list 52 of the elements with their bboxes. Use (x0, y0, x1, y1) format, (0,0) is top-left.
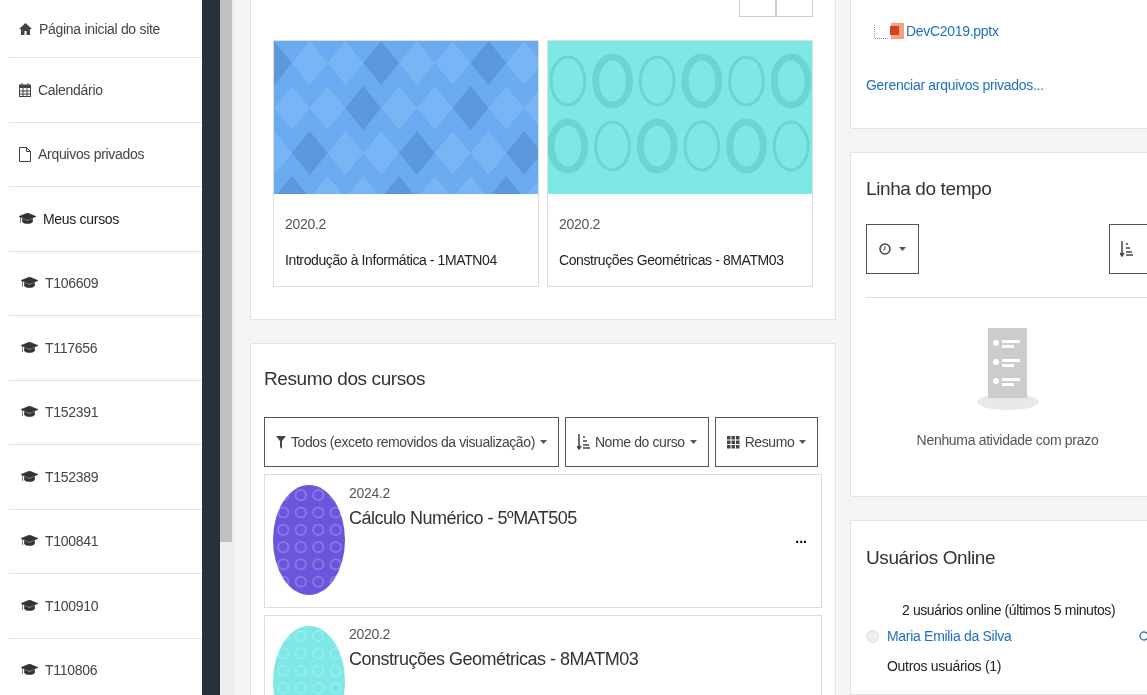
course-term: 2024.2 (349, 485, 392, 501)
course-term: 2020.2 (349, 626, 392, 642)
file-icon (19, 146, 31, 162)
tree-connector (874, 25, 888, 39)
caret-icon (689, 440, 697, 444)
course-row[interactable]: 2024.2 Cálculo Numérico - 5ºMAT505 ... (264, 474, 822, 608)
dropdown-button[interactable]: Todos (exceto removidos da visualização) (264, 417, 559, 467)
course-term: 2020.2 (559, 216, 602, 232)
course-name: Introdução à Informática - 1MATN04 (285, 252, 498, 268)
caret-icon (899, 247, 906, 251)
course-card[interactable]: 2020.2 Construções Geométricas - 8MATM03 (547, 40, 813, 287)
grid-icon (726, 435, 740, 449)
panel-title: Usuários Online (866, 547, 997, 569)
more-options-button[interactable]: ... (795, 531, 807, 545)
caret-icon (539, 440, 547, 444)
manage-files-link[interactable]: Gerenciar arquivos privados... (866, 77, 1134, 93)
dropdown-button[interactable]: Resumo (714, 417, 819, 467)
dropdown-button[interactable]: Nome do curso (564, 417, 709, 467)
panel-title: Resumo dos cursos (264, 368, 427, 390)
graduation-cap-icon (21, 535, 38, 548)
graduation-cap-icon (19, 212, 36, 225)
presentation-file-icon (890, 23, 904, 39)
home-icon (19, 22, 32, 35)
other-users: Outros usuários (1) (887, 658, 1003, 674)
course-row[interactable]: 2020.2 Construções Geométricas - 8MATM03 (264, 615, 822, 695)
caret-icon (799, 440, 807, 444)
empty-list-icon (975, 328, 1040, 410)
graduation-cap-icon (21, 664, 38, 677)
calendar-icon (19, 82, 31, 97)
course-card[interactable]: 2020.2 Introdução à Informática - 1MATN04 (273, 40, 539, 287)
scrollbar[interactable] (220, 0, 234, 695)
graduation-cap-icon (21, 599, 38, 612)
online-summary: 2 usuários online (últimos 5 minutos) (902, 602, 1117, 618)
sort-button[interactable] (1109, 224, 1147, 274)
user-link[interactable]: Maria Emilia da Silva (887, 628, 1012, 644)
graduation-cap-icon (21, 470, 38, 483)
empty-message: Nenhuma atividade com prazo (916, 432, 1099, 448)
course-name: Construções Geométricas - 8MATM03 (559, 252, 785, 268)
graduation-cap-icon (21, 406, 38, 419)
panel-title: Linha do tempo (866, 178, 993, 200)
date-filter-button[interactable] (866, 224, 919, 274)
clock-icon (879, 243, 891, 255)
user-avatar-icon (866, 629, 879, 643)
course-term: 2020.2 (285, 216, 328, 232)
file-link[interactable]: DevC2019.pptx (906, 23, 999, 39)
graduation-cap-icon (21, 341, 38, 354)
course-name[interactable]: Construções Geométricas - 8MATM03 (349, 649, 639, 670)
graduation-cap-icon (21, 277, 38, 290)
sort-icon (576, 434, 590, 450)
sort-icon (1120, 241, 1133, 257)
filter-icon (276, 435, 286, 449)
course-name[interactable]: Cálculo Numérico - 5ºMAT505 (349, 508, 577, 529)
